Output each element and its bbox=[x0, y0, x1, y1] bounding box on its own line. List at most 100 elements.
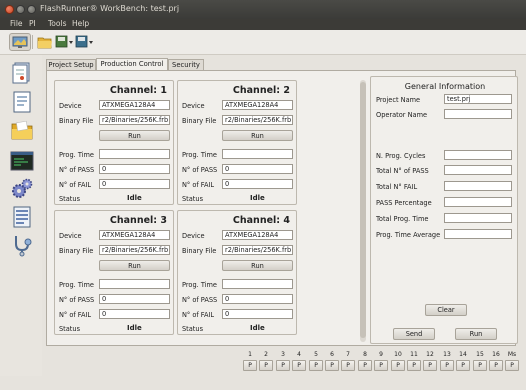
total-pass-field[interactable] bbox=[444, 165, 512, 175]
slot-program-button-6[interactable]: P bbox=[325, 360, 339, 371]
slot-number-17: Ms bbox=[507, 351, 517, 358]
prog-time-field[interactable] bbox=[222, 149, 293, 159]
slot-number-15: 15 bbox=[476, 351, 484, 358]
channel-run-button[interactable]: Run bbox=[222, 260, 293, 271]
channel-run-button[interactable]: Run bbox=[99, 260, 170, 271]
save-dropdown-button[interactable] bbox=[54, 33, 76, 51]
clear-button[interactable]: Clear bbox=[425, 304, 467, 316]
device-label: Device bbox=[182, 232, 205, 240]
prog-time-label: Prog. Time bbox=[59, 151, 94, 159]
tab-project-setup[interactable]: Project Setup bbox=[46, 59, 96, 70]
pass-count-label: N° of PASS bbox=[182, 296, 218, 304]
bottom-status-strip bbox=[0, 376, 526, 390]
menu-tools[interactable]: Tools bbox=[48, 19, 66, 28]
total-fail-field[interactable] bbox=[444, 181, 512, 191]
fail-count-field[interactable]: 0 bbox=[99, 179, 170, 189]
slot-program-button-12[interactable]: P bbox=[423, 360, 437, 371]
prog-time-field[interactable] bbox=[222, 279, 293, 289]
pass-count-field[interactable]: 0 bbox=[99, 294, 170, 304]
device-field[interactable]: ATXMEGA128A4 bbox=[99, 230, 170, 240]
fail-count-field[interactable]: 0 bbox=[222, 179, 293, 189]
sidebar-terminal-button[interactable] bbox=[10, 149, 34, 173]
sidebar-diagnostic-button[interactable] bbox=[10, 233, 34, 257]
prog-time-label: Prog. Time bbox=[182, 151, 217, 159]
project-name-field[interactable]: test.prj bbox=[444, 94, 512, 104]
channel-run-button[interactable]: Run bbox=[99, 130, 170, 141]
pass-percentage-field[interactable] bbox=[444, 197, 512, 207]
maximize-window-button[interactable] bbox=[27, 5, 36, 14]
gears-icon bbox=[12, 178, 33, 198]
slot-program-button-7[interactable]: P bbox=[341, 360, 355, 371]
slot-program-button-8[interactable]: P bbox=[358, 360, 372, 371]
binary-file-field[interactable]: r2/Binaries/256K.frb bbox=[222, 245, 293, 255]
slot-number-11: 11 bbox=[410, 351, 418, 358]
sidebar-folder-button[interactable] bbox=[10, 119, 34, 143]
tab-production-control[interactable]: Production Control bbox=[96, 58, 168, 70]
folder-open-icon bbox=[37, 37, 52, 49]
monitor-tool-button[interactable] bbox=[9, 33, 31, 51]
device-field[interactable]: ATXMEGA128A4 bbox=[222, 100, 293, 110]
channel-title: Channel: 2 bbox=[232, 85, 290, 96]
slot-number-16: 16 bbox=[492, 351, 500, 358]
device-field[interactable]: ATXMEGA128A4 bbox=[222, 230, 293, 240]
slot-program-button-14[interactable]: P bbox=[456, 360, 470, 371]
channel-panel-2: Channel: 2 Device ATXMEGA128A4 Binary File r… bbox=[177, 80, 297, 205]
menu-help[interactable]: Help bbox=[72, 19, 89, 28]
prog-time-average-label: Prog. Time Average bbox=[376, 231, 441, 239]
binary-file-field[interactable]: r2/Binaries/256K.frb bbox=[99, 115, 170, 125]
fail-count-label: N° of FAIL bbox=[182, 311, 215, 319]
sidebar-settings-button[interactable] bbox=[10, 177, 34, 201]
prog-cycles-field[interactable] bbox=[444, 150, 512, 160]
project-name-label: Project Name bbox=[376, 96, 421, 104]
sidebar-log-button[interactable] bbox=[10, 205, 34, 229]
scrollbar-thumb[interactable] bbox=[360, 82, 366, 338]
binary-file-label: Binary File bbox=[59, 117, 94, 125]
pass-count-field[interactable]: 0 bbox=[99, 164, 170, 174]
pass-count-field[interactable]: 0 bbox=[222, 294, 293, 304]
pass-percentage-label: PASS Percentage bbox=[376, 199, 432, 207]
slot-program-button-17[interactable]: P bbox=[505, 360, 519, 371]
tab-security[interactable]: Security bbox=[168, 59, 204, 70]
vertical-scrollbar[interactable] bbox=[360, 80, 366, 342]
fail-count-field[interactable]: 0 bbox=[222, 309, 293, 319]
slot-program-button-5[interactable]: P bbox=[309, 360, 323, 371]
slot-number-5: 5 bbox=[314, 351, 318, 358]
status-value: Idle bbox=[127, 324, 142, 332]
pass-count-field[interactable]: 0 bbox=[222, 164, 293, 174]
total-prog-time-field[interactable] bbox=[444, 213, 512, 223]
total-pass-label: Total N° of PASS bbox=[376, 167, 429, 175]
menu-pi[interactable]: PI bbox=[29, 19, 36, 28]
slot-program-button-15[interactable]: P bbox=[473, 360, 487, 371]
export-dropdown-button[interactable] bbox=[74, 33, 96, 51]
prog-time-field[interactable] bbox=[99, 149, 170, 159]
pages-icon bbox=[12, 62, 30, 84]
menu-file[interactable]: File bbox=[10, 19, 23, 28]
slot-program-button-9[interactable]: P bbox=[374, 360, 388, 371]
slot-program-button-10[interactable]: P bbox=[391, 360, 405, 371]
device-field[interactable]: ATXMEGA128A4 bbox=[99, 100, 170, 110]
slot-program-button-4[interactable]: P bbox=[292, 360, 306, 371]
operator-name-field[interactable] bbox=[444, 109, 512, 119]
slot-program-button-1[interactable]: P bbox=[243, 360, 257, 371]
folder-icon bbox=[11, 120, 33, 140]
minimize-window-button[interactable] bbox=[16, 5, 25, 14]
prog-time-label: Prog. Time bbox=[59, 281, 94, 289]
slot-program-button-13[interactable]: P bbox=[440, 360, 454, 371]
channel-run-button[interactable]: Run bbox=[222, 130, 293, 141]
sidebar-project-button[interactable] bbox=[10, 61, 34, 85]
binary-file-field[interactable]: r2/Binaries/256K.frb bbox=[99, 245, 170, 255]
fail-count-field[interactable]: 0 bbox=[99, 309, 170, 319]
prog-time-average-field[interactable] bbox=[444, 229, 512, 239]
send-button[interactable]: Send bbox=[393, 328, 435, 340]
slot-program-button-11[interactable]: P bbox=[407, 360, 421, 371]
toolbar bbox=[0, 30, 526, 55]
run-all-button[interactable]: Run bbox=[455, 328, 497, 340]
prog-time-field[interactable] bbox=[99, 279, 170, 289]
sidebar-document-button[interactable] bbox=[10, 90, 34, 114]
binary-file-field[interactable]: r2/Binaries/256K.frb bbox=[222, 115, 293, 125]
status-label: Status bbox=[182, 325, 204, 333]
slot-program-button-3[interactable]: P bbox=[276, 360, 290, 371]
close-window-button[interactable] bbox=[5, 5, 14, 14]
slot-program-button-16[interactable]: P bbox=[489, 360, 503, 371]
slot-program-button-2[interactable]: P bbox=[259, 360, 273, 371]
